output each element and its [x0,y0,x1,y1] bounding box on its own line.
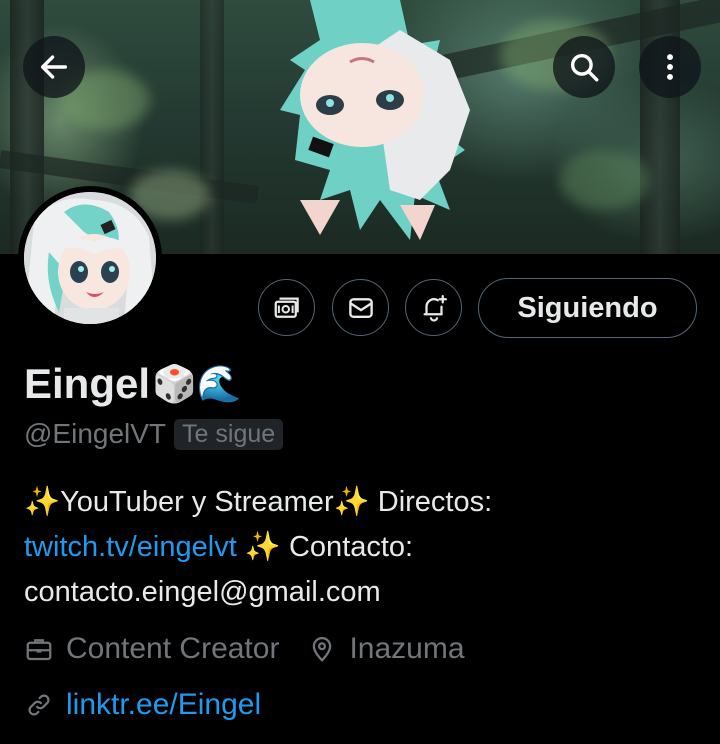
professional-category: Content Creator [66,632,280,665]
bio-line-2: twitch.tv/eingelvt ✨ Contacto: [24,525,704,570]
following-button-label: Siguiendo [517,291,658,324]
profile-name: Eingel 🎲🌊 [24,360,242,408]
subscriptions-icon [274,297,299,318]
profile-avatar[interactable] [18,186,162,330]
bio-line-1: ✨YouTuber y Streamer✨ Directos: [24,486,493,518]
envelope-icon [348,297,373,318]
bell-plus-icon [423,294,447,322]
bio-line-3: contacto.eingel@gmail.com [24,576,381,608]
banner-character-illustration [280,0,470,240]
more-vertical-icon [667,54,673,80]
message-button[interactable] [332,279,389,336]
location-pin-icon [313,637,332,662]
name-emojis: 🎲🌊 [152,363,242,404]
handle-row: @EingelVT Te sigue [24,418,284,450]
back-button[interactable] [23,36,85,98]
bio-twitch-link[interactable]: twitch.tv/eingelvt [24,531,237,563]
profile-bio: ✨YouTuber y Streamer✨ Directos: twitch.t… [24,480,704,615]
link-icon [28,694,50,716]
profile-meta: Content Creator Inazuma [24,632,465,666]
bio-contact-label: ✨ Contacto: [236,531,414,563]
display-name: Eingel [24,360,151,407]
following-button[interactable]: Siguiendo [478,278,697,338]
avatar-character-illustration [24,192,156,324]
more-options-button[interactable] [639,36,701,98]
notifications-button[interactable] [405,279,462,336]
subscriptions-button[interactable] [258,279,315,336]
briefcase-icon [26,639,52,661]
profile-location: Inazuma [349,632,465,665]
website-link[interactable]: linktr.ee/Eingel [66,688,261,722]
arrow-left-icon [40,55,68,79]
website-row: linktr.ee/Eingel [24,688,261,722]
search-icon [570,53,599,82]
profile-handle: @EingelVT [24,418,167,449]
follows-you-badge: Te sigue [174,418,284,450]
search-button[interactable] [553,36,615,98]
